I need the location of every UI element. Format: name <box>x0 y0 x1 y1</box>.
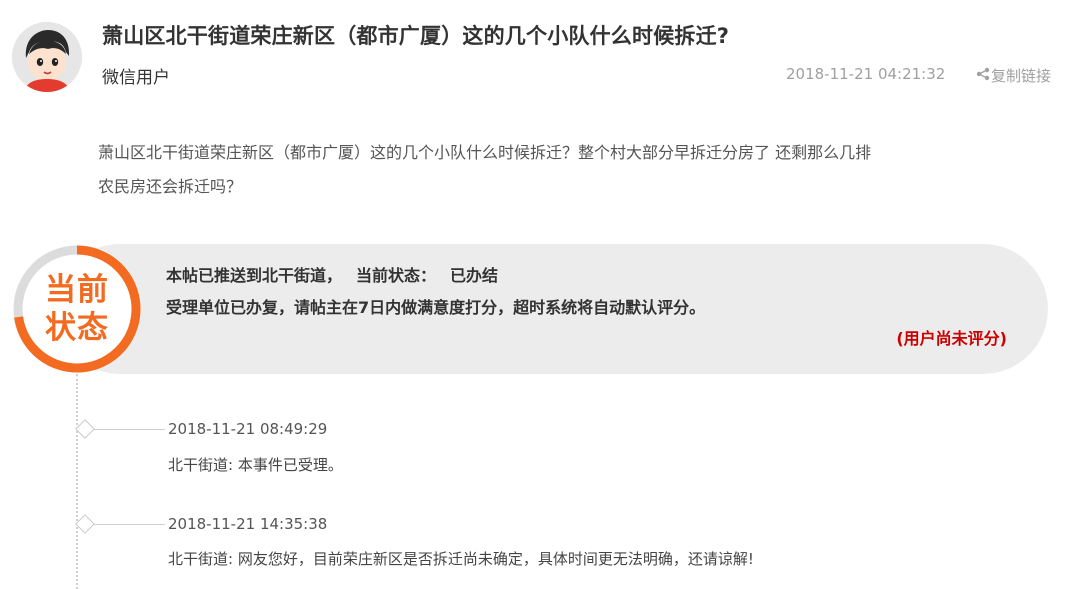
timeline-text: 北干街道: 本事件已受理。 <box>168 456 343 474</box>
post-body-line: 农民房还会拆迁吗？ <box>98 177 243 196</box>
page: 萧山区北干街道荣庄新区（都市广厦）这的几个小队什么时候拆迁? 微信用户 2018… <box>0 0 1075 589</box>
post-body: 萧山区北干街道荣庄新区（都市广厦）这的几个小队什么时候拆迁？整个村大部分早拆迁分… <box>98 136 1038 204</box>
avatar[interactable] <box>12 22 82 92</box>
share-icon <box>976 67 991 85</box>
status-current-value: 已办结 <box>450 266 499 285</box>
copy-link-label: 复制链接 <box>991 67 1052 85</box>
timeline-connector <box>93 429 165 430</box>
status-pushed-to: 本帖已推送到北干街道， <box>166 266 343 285</box>
timeline-node <box>75 419 95 439</box>
copy-link-button[interactable]: 复制链接 <box>976 65 1051 86</box>
post-body-line: 萧山区北干街道荣庄新区（都市广厦）这的几个小队什么时候拆迁？整个村大部分早拆迁分… <box>98 143 872 162</box>
status-badge: 当前 状态 <box>12 244 142 374</box>
post-timestamp: 2018-11-21 04:21:32 <box>786 65 946 83</box>
author-name[interactable]: 微信用户 <box>102 63 170 88</box>
rating-status[interactable]: (用户尚未评分) <box>896 325 1007 349</box>
cartoon-avatar-icon <box>12 22 82 92</box>
post-title: 萧山区北干街道荣庄新区（都市广厦）这的几个小队什么时候拆迁? <box>102 24 730 48</box>
status-summary: 本帖已推送到北干街道， 当前状态： 已办结 <box>166 262 498 286</box>
timeline-connector <box>93 524 165 525</box>
status-current-label: 当前状态： <box>356 266 437 285</box>
timeline-node <box>75 514 95 534</box>
timeline-text: 北干街道: 网友您好，目前荣庄新区是否拆迁尚未确定，具体时间更无法明确，还请谅解… <box>168 550 754 568</box>
status-badge-line: 当前 <box>45 272 109 308</box>
timeline-line <box>76 374 78 589</box>
timeline-time: 2018-11-21 14:35:38 <box>168 515 328 533</box>
status-notice: 受理单位已办复，请帖主在7日内做满意度打分，超时系统将自动默认评分。 <box>166 298 706 317</box>
status-badge-line: 状态 <box>45 310 109 346</box>
timeline-time: 2018-11-21 08:49:29 <box>168 420 328 438</box>
